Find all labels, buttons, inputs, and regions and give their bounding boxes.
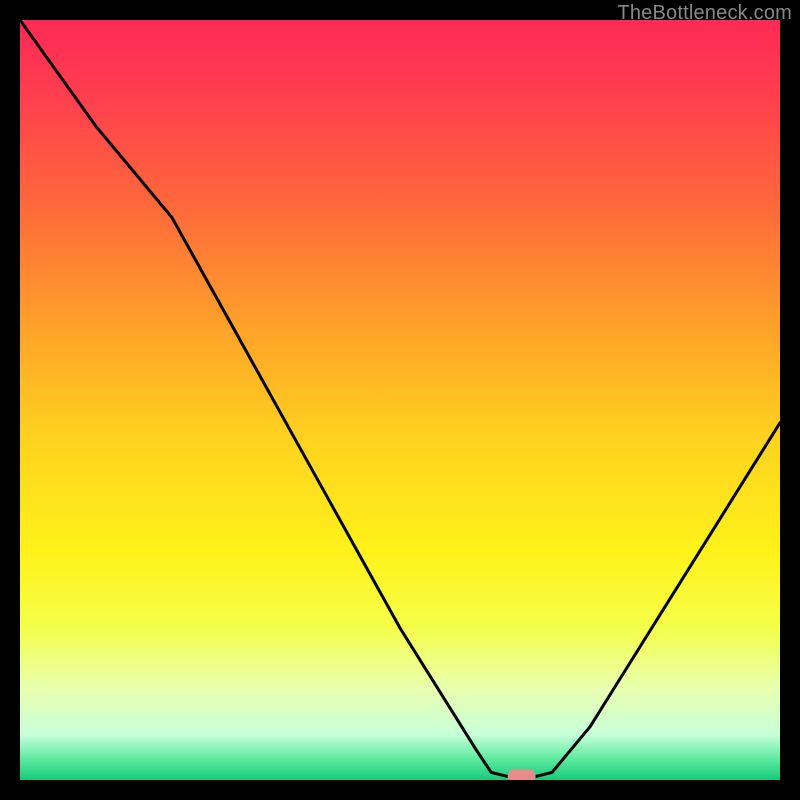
gradient-background	[20, 20, 780, 780]
bottleneck-chart	[20, 20, 780, 780]
optimal-marker	[508, 769, 536, 780]
chart-frame: TheBottleneck.com	[0, 0, 800, 800]
plot-area	[20, 20, 780, 780]
watermark-text: TheBottleneck.com	[617, 2, 792, 25]
